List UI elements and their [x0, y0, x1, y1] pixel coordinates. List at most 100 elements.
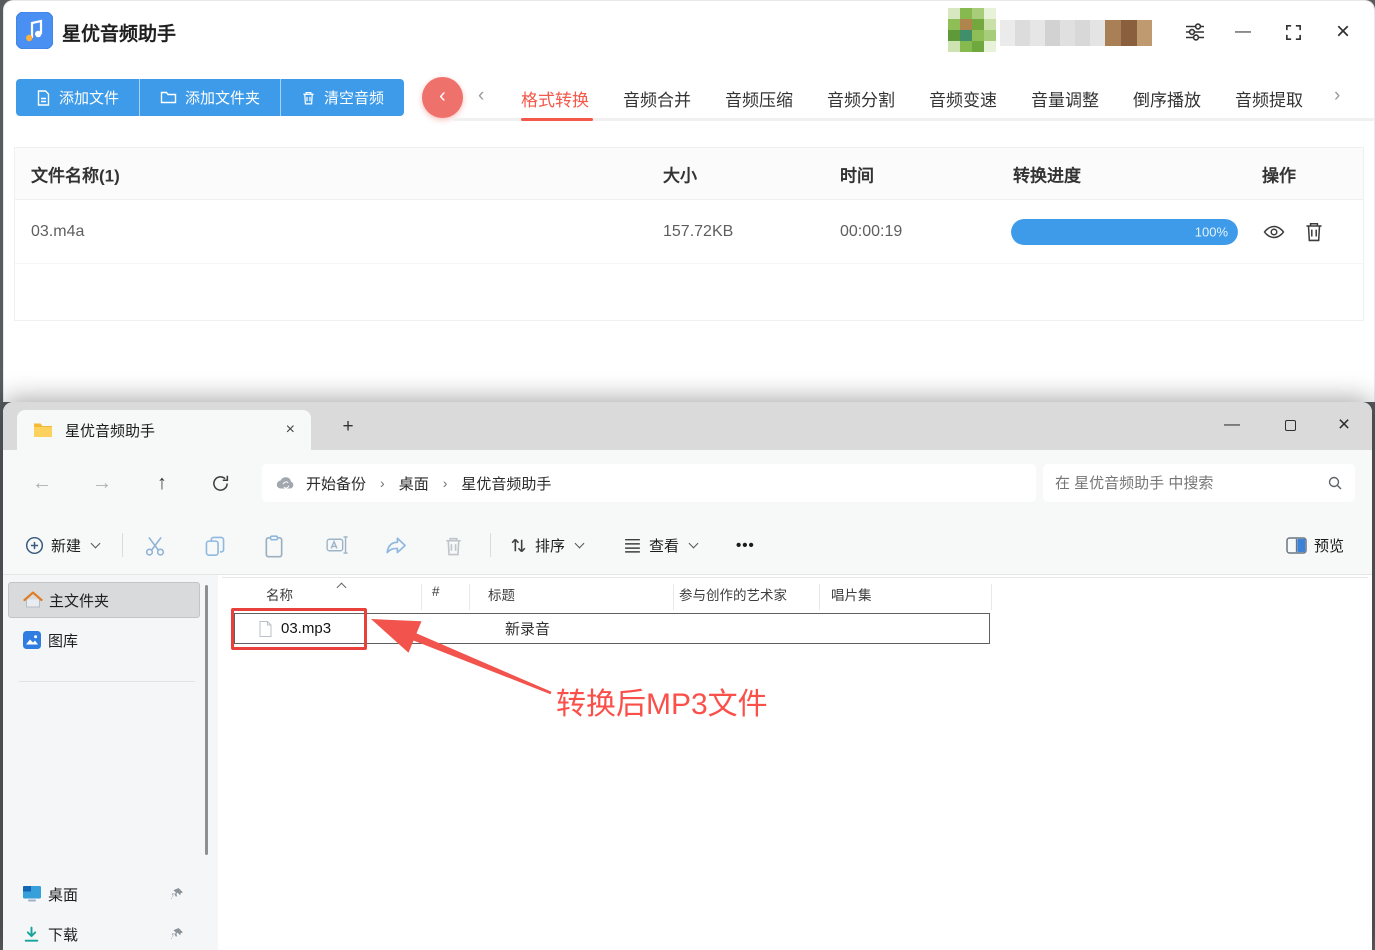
conversion-file-table: 文件名称(1) 大小 时间 转换进度 操作 03.m4a 157.72KB 00… — [14, 147, 1364, 321]
view-lines-icon — [625, 538, 640, 553]
command-bar: 新建 排序 查看 ••• 预览 — [3, 515, 1372, 575]
tab-volume-adjust[interactable]: 音量调整 — [1031, 86, 1099, 111]
breadcrumb-desktop[interactable]: 桌面 — [399, 473, 429, 494]
chevron-down-icon — [688, 538, 699, 548]
explorer-sidebar: 主文件夹 图库 桌面 下载 — [3, 575, 218, 950]
up-arrow-icon[interactable]: ↑ — [145, 466, 179, 500]
add-file-button[interactable]: 添加文件 — [16, 79, 139, 116]
settings-sliders-icon[interactable] — [1178, 15, 1212, 49]
preview-toggle-button[interactable]: 预览 — [1286, 529, 1344, 561]
column-title[interactable]: 标题 — [488, 584, 515, 604]
column-artists[interactable]: 参与创作的艺术家 — [679, 584, 787, 604]
header-time: 时间 — [840, 166, 874, 185]
onedrive-sync-icon — [276, 477, 294, 489]
tabs-scroll-right-icon[interactable]: › — [1334, 85, 1340, 107]
clear-audio-button[interactable]: 清空音频 — [280, 79, 404, 116]
search-input[interactable] — [1055, 474, 1327, 492]
progress-fill: 100% — [1011, 219, 1238, 245]
back-arrow-icon[interactable]: ← — [25, 466, 59, 500]
header-progress: 转换进度 — [1013, 166, 1081, 185]
app-minimize-button[interactable]: — — [1226, 15, 1260, 49]
tab-audio-compress[interactable]: 音频压缩 — [725, 86, 793, 111]
file-explorer-window: 星优音频助手 × + — × ← → ↑ 开始备份 › 桌面 › 星优音频助手 — [3, 402, 1372, 950]
sort-ascending-icon — [336, 582, 347, 593]
header-actions: 操作 — [1262, 166, 1296, 185]
more-options-button[interactable]: ••• — [736, 529, 755, 561]
user-avatar-pixelated[interactable] — [948, 8, 996, 52]
pin-icon — [170, 928, 183, 940]
search-box — [1043, 464, 1355, 502]
add-folder-button[interactable]: 添加文件夹 — [139, 79, 280, 116]
cell-size: 157.72KB — [663, 222, 734, 240]
search-icon[interactable] — [1327, 475, 1343, 491]
app-title: 星优音频助手 — [62, 24, 177, 45]
explorer-close-button[interactable]: × — [1324, 408, 1364, 442]
breadcrumb-start-backup[interactable]: 开始备份 — [306, 473, 366, 494]
tab-audio-speed[interactable]: 音频变速 — [929, 86, 997, 111]
explorer-chrome: ← → ↑ 开始备份 › 桌面 › 星优音频助手 在 星优音频助手 中搜索 新建… — [3, 450, 1372, 575]
view-button[interactable]: 查看 — [623, 529, 699, 561]
sidebar-item-downloads[interactable]: 下载 — [8, 916, 200, 950]
refresh-icon[interactable] — [203, 466, 237, 500]
sort-button[interactable]: 排序 — [509, 529, 585, 561]
collapse-panel-button[interactable]: ‹ — [422, 77, 463, 118]
explorer-tab[interactable]: 星优音频助手 × — [17, 410, 311, 450]
explorer-tab-title: 星优音频助手 — [65, 422, 156, 440]
annotation-highlight-box — [231, 608, 367, 650]
delete-icon[interactable] — [443, 535, 465, 557]
table-row[interactable]: 03.m4a 157.72KB 00:00:19 100% — [15, 200, 1363, 264]
tab-audio-split[interactable]: 音频分割 — [827, 86, 895, 111]
preview-eye-icon[interactable] — [1262, 220, 1286, 244]
column-album[interactable]: 唱片集 — [831, 584, 872, 604]
file-list-panel: 名称 # 标题 参与创作的艺术家 唱片集 03.mp3 新录音 转换后MP3文件 — [218, 575, 1372, 950]
file-action-toolbar: 添加文件 添加文件夹 清空音频 — [16, 79, 405, 116]
app-maximize-button[interactable] — [1276, 15, 1310, 49]
forward-arrow-icon[interactable]: → — [85, 466, 119, 500]
desktop-icon — [23, 886, 41, 902]
chevron-down-icon — [574, 538, 585, 548]
tab-reverse-play[interactable]: 倒序播放 — [1133, 86, 1201, 111]
sidebar-item-gallery[interactable]: 图库 — [8, 622, 200, 658]
paste-icon[interactable] — [264, 535, 286, 558]
sidebar-item-desktop[interactable]: 桌面 — [8, 876, 200, 912]
download-icon — [24, 926, 39, 942]
user-name-blurred — [1000, 20, 1152, 46]
chevron-left-icon: ‹ — [439, 85, 446, 107]
delete-trash-icon[interactable] — [1303, 220, 1327, 244]
tab-close-icon[interactable]: × — [282, 421, 299, 439]
tabs-scroll-left-icon[interactable]: ‹ — [478, 85, 484, 107]
function-tabs: 格式转换 音频合并 音频压缩 音频分割 音频变速 音量调整 倒序播放 音频提取 — [521, 86, 1303, 111]
cut-icon[interactable] — [144, 535, 166, 557]
progress-bar: 100% — [1011, 219, 1238, 245]
preview-pane-icon — [1286, 536, 1307, 554]
new-button[interactable]: 新建 — [25, 529, 101, 561]
explorer-minimize-button[interactable]: — — [1212, 408, 1252, 442]
active-tab-underline — [521, 118, 593, 121]
breadcrumb-current-folder[interactable]: 星优音频助手 — [461, 473, 551, 494]
app-close-button[interactable]: × — [1326, 15, 1360, 49]
annotation-label: 转换后MP3文件 — [556, 688, 768, 721]
cell-time: 00:00:19 — [840, 222, 903, 240]
tab-format-convert[interactable]: 格式转换 — [521, 86, 589, 111]
annotation-arrow — [371, 619, 552, 695]
copy-icon[interactable] — [204, 535, 226, 557]
rename-icon[interactable] — [326, 535, 348, 557]
new-tab-button[interactable]: + — [335, 414, 361, 440]
tab-audio-extract[interactable]: 音频提取 — [1235, 86, 1303, 111]
sidebar-scrollbar[interactable] — [205, 585, 208, 855]
header-size: 大小 — [663, 166, 697, 185]
more-dots-icon: ••• — [736, 536, 755, 554]
progress-label: 100% — [1194, 224, 1228, 240]
share-icon[interactable] — [384, 535, 406, 557]
explorer-maximize-button[interactable] — [1270, 408, 1310, 442]
column-number[interactable]: # — [432, 584, 440, 599]
column-name[interactable]: 名称 — [266, 584, 293, 604]
breadcrumb-separator-icon: › — [380, 475, 385, 491]
breadcrumb-separator-icon: › — [442, 475, 448, 491]
address-bar[interactable]: 开始备份 › 桌面 › 星优音频助手 — [262, 464, 1036, 502]
cell-file-name: 03.m4a — [31, 222, 85, 240]
sort-arrows-icon — [511, 538, 526, 552]
tab-audio-merge[interactable]: 音频合并 — [623, 86, 691, 111]
header-file-name: 文件名称(1) — [31, 166, 120, 185]
sidebar-item-home[interactable]: 主文件夹 — [8, 582, 200, 618]
